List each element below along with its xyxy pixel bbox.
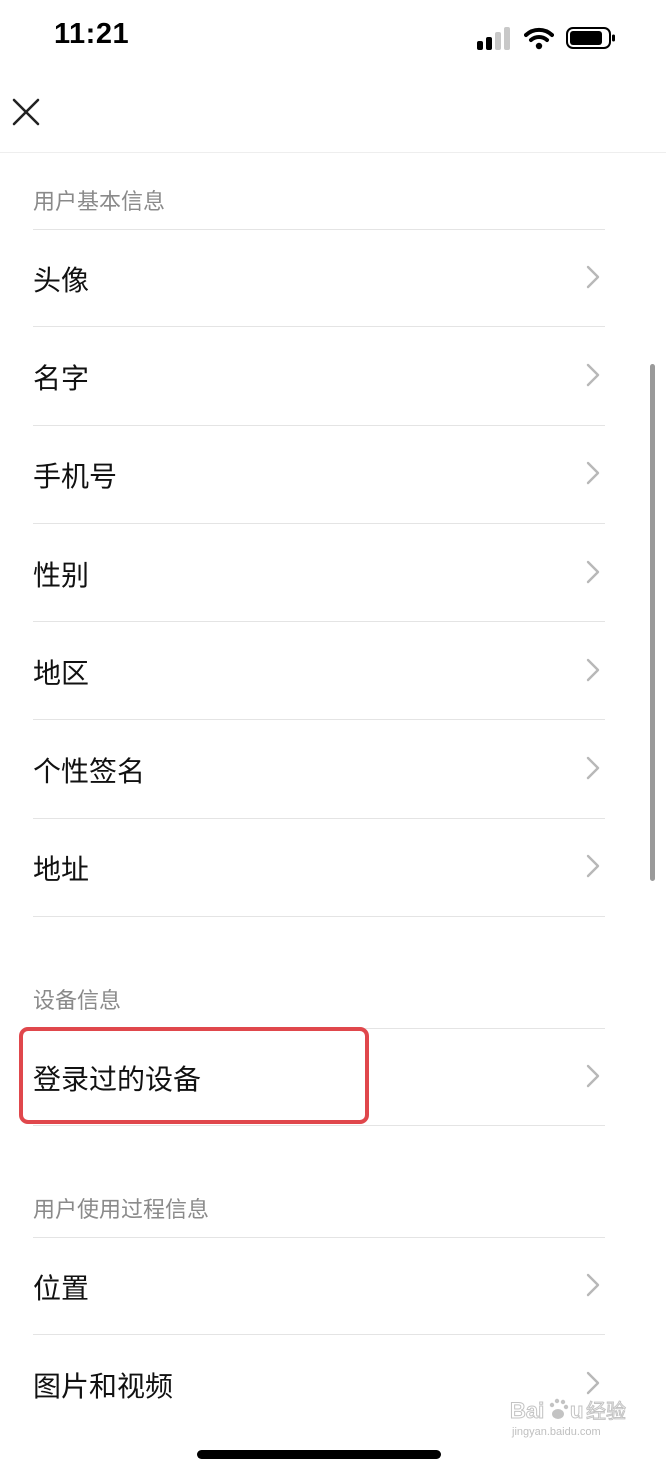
status-bar: 11:21 (0, 0, 666, 76)
baidu-logo-icon: Bai u 经验 (510, 1398, 627, 1424)
list-item-label: 地址 (33, 853, 90, 886)
list-item-region[interactable]: 地区 (33, 622, 605, 720)
close-button[interactable] (6, 92, 46, 132)
list-item-label: 性别 (33, 559, 90, 592)
svg-text:u: u (570, 1398, 583, 1423)
section-header-basic-info: 用户基本信息 (33, 190, 166, 215)
battery-icon (566, 27, 615, 49)
list-item-label: 手机号 (33, 460, 118, 493)
baidu-jingyan-watermark: Bai u 经验 jingyan.baidu.com (508, 1392, 636, 1444)
list-item-address[interactable]: 地址 (33, 818, 605, 916)
chevron-right-icon (586, 1273, 600, 1297)
list-item-label: 名字 (33, 362, 90, 395)
chevron-right-icon (586, 1064, 600, 1088)
list-item-label: 图片和视频 (33, 1370, 174, 1403)
chevron-right-icon (586, 461, 600, 485)
chevron-right-icon (586, 265, 600, 289)
list-item-label: 头像 (33, 264, 90, 297)
cellular-signal-icon (477, 26, 513, 50)
highlight-annotation-box (19, 1027, 369, 1124)
list-item-label: 个性签名 (33, 755, 146, 788)
watermark-url: jingyan.baidu.com (512, 1426, 601, 1438)
svg-text:经验: 经验 (586, 1399, 626, 1423)
divider (33, 916, 605, 917)
close-icon (12, 98, 40, 126)
list-item-location[interactable]: 位置 (33, 1237, 605, 1335)
nav-bar (0, 76, 666, 153)
list-item-label: 地区 (33, 657, 90, 690)
home-indicator[interactable] (197, 1450, 441, 1459)
list-item-signature[interactable]: 个性签名 (33, 720, 605, 818)
chevron-right-icon (586, 560, 600, 584)
list-item-label: 位置 (33, 1272, 90, 1305)
chevron-right-icon (586, 658, 600, 682)
list-item-gender[interactable]: 性别 (33, 524, 605, 622)
list-item-avatar[interactable]: 头像 (33, 229, 605, 327)
scrollbar[interactable] (650, 364, 655, 881)
wifi-icon (524, 27, 554, 50)
list-item-phone[interactable]: 手机号 (33, 425, 605, 523)
list-item-name[interactable]: 名字 (33, 327, 605, 425)
chevron-right-icon (586, 363, 600, 387)
section-header-device-info: 设备信息 (33, 989, 122, 1014)
svg-text:Bai: Bai (510, 1398, 544, 1423)
status-time: 11:21 (54, 18, 130, 50)
chevron-right-icon (586, 756, 600, 780)
section-header-usage-info: 用户使用过程信息 (33, 1198, 210, 1223)
divider (33, 1125, 605, 1126)
chevron-right-icon (586, 854, 600, 878)
